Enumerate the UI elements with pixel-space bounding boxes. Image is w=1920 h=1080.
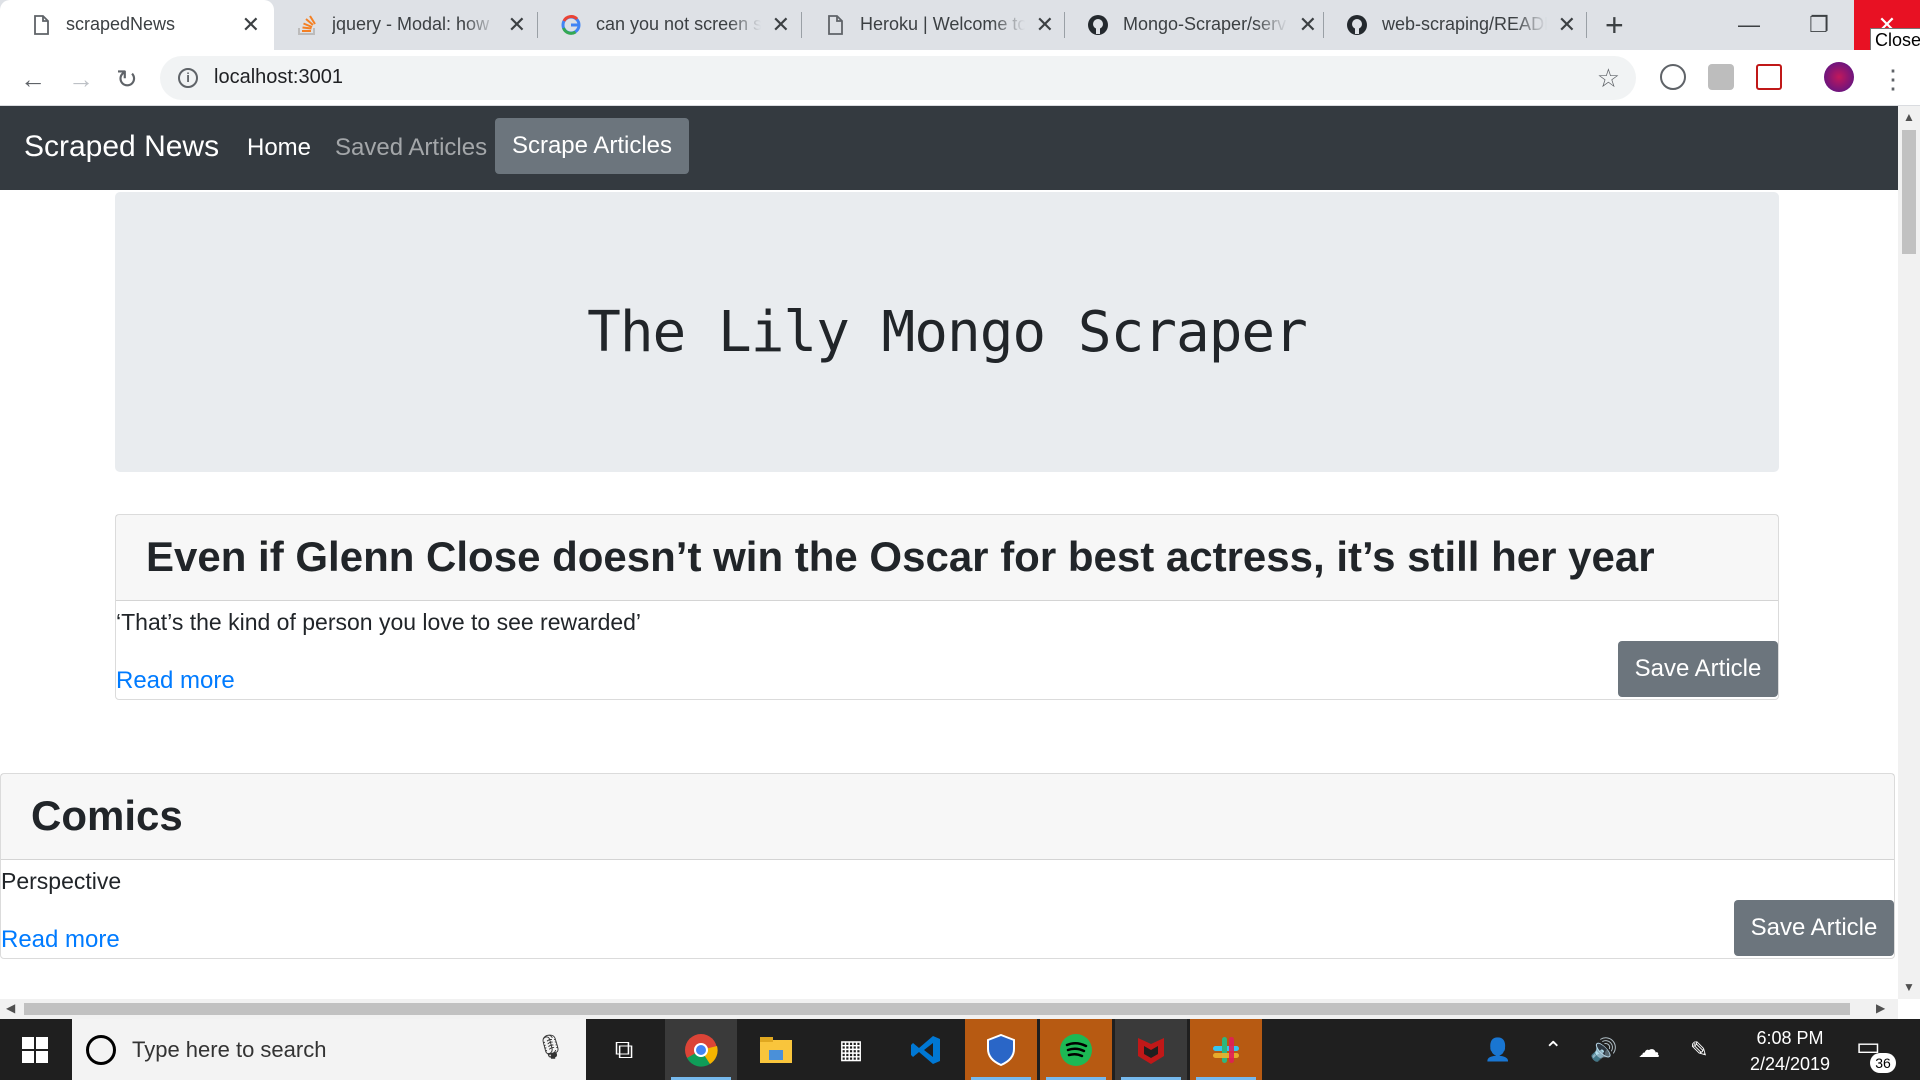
article-card: Even if Glenn Close doesn’t win the Osca…	[115, 514, 1779, 700]
nav-link-saved-articles[interactable]: Saved Articles	[335, 134, 487, 162]
menu-kebab-icon[interactable]: ⋮	[1880, 64, 1906, 95]
tab-jquery-modal[interactable]: jquery - Modal: how ✕	[266, 0, 540, 50]
new-tab-plus-icon[interactable]: +	[1605, 7, 1624, 44]
article-headline: Even if Glenn Close doesn’t win the Osca…	[146, 533, 1655, 580]
tab-github-web-scraping[interactable]: web-scraping/READM ✕	[1316, 0, 1590, 50]
card-header: Even if Glenn Close doesn’t win the Osca…	[116, 515, 1778, 601]
slack-icon[interactable]	[1190, 1019, 1262, 1080]
save-article-button[interactable]: Save Article	[1734, 900, 1894, 956]
task-view-icon[interactable]: ⧉	[588, 1019, 660, 1080]
volume-icon[interactable]: 🔊	[1590, 1037, 1617, 1063]
notification-count-badge: 36	[1870, 1053, 1896, 1073]
mcafee-icon[interactable]	[1115, 1019, 1187, 1080]
notification-center-icon[interactable]: ▭ 36	[1856, 1031, 1896, 1073]
tab-title: Mongo-Scraper/serv	[1123, 14, 1287, 34]
onedrive-cloud-icon[interactable]: ☁	[1638, 1037, 1660, 1063]
extension-icon[interactable]	[1660, 64, 1686, 90]
microphone-icon[interactable]: 🎙	[536, 1033, 566, 1062]
vscode-icon[interactable]	[890, 1019, 962, 1080]
tab-github-mongo-scraper[interactable]: Mongo-Scraper/serv ✕	[1057, 0, 1331, 50]
scroll-right-arrow-icon[interactable]: ▶	[1876, 1001, 1885, 1015]
google-icon	[561, 15, 581, 35]
jumbotron: The Lily Mongo Scraper	[115, 192, 1779, 472]
close-icon[interactable]: ✕	[1558, 12, 1576, 38]
windows-start-icon[interactable]	[22, 1037, 48, 1063]
close-icon[interactable]: ✕	[508, 12, 526, 38]
minimize-icon[interactable]: —	[1714, 0, 1784, 50]
profile-avatar[interactable]	[1824, 62, 1854, 92]
windows-taskbar: Type here to search 🎙 ⧉ ▦ 👤 ⌃ 🔊 ☁ ✎ 6:08…	[0, 1019, 1920, 1080]
article-summary: ‘That’s the kind of person you love to s…	[116, 609, 642, 635]
clock-time: 6:08 PM	[1756, 1028, 1824, 1048]
navbar-brand[interactable]: Scraped News	[24, 130, 219, 164]
address-url[interactable]: localhost:3001	[214, 66, 343, 89]
pen-icon[interactable]: ✎	[1690, 1037, 1708, 1063]
scrape-articles-button[interactable]: Scrape Articles	[495, 118, 689, 174]
back-arrow-icon[interactable]: ←	[20, 64, 46, 95]
page-title: The Lily Mongo Scraper	[587, 299, 1308, 365]
taskbar-clock[interactable]: 6:08 PM 2/24/2019	[1730, 1025, 1850, 1077]
restore-icon[interactable]: ❐	[1784, 0, 1854, 50]
scroll-up-arrow-icon[interactable]: ▲	[1903, 110, 1915, 124]
tab-title: jquery - Modal: how	[332, 14, 490, 34]
article-card: Comics Perspective Read more Save Articl…	[0, 773, 1895, 959]
tab-title: Heroku | Welcome to	[860, 14, 1025, 34]
nav-link-home[interactable]: Home	[247, 134, 311, 162]
close-tooltip: Close	[1870, 28, 1920, 52]
scrollbar-thumb[interactable]	[24, 1003, 1850, 1015]
scroll-left-arrow-icon[interactable]: ◀	[6, 1001, 15, 1015]
taskbar-search[interactable]: Type here to search 🎙	[72, 1019, 586, 1080]
horizontal-scrollbar[interactable]: ◀ ▶	[0, 999, 1898, 1019]
article-headline: Comics	[31, 792, 183, 839]
read-more-link[interactable]: Read more	[116, 667, 235, 695]
people-icon[interactable]: 👤	[1484, 1037, 1511, 1063]
chrome-icon[interactable]	[665, 1019, 737, 1080]
navbar: Scraped News Home Saved Articles Scrape …	[0, 106, 1898, 190]
document-icon	[34, 15, 49, 35]
stackoverflow-icon	[298, 15, 316, 35]
save-article-button[interactable]: Save Article	[1618, 641, 1778, 697]
info-icon[interactable]: i	[178, 68, 198, 88]
mcafee-shield-icon[interactable]	[965, 1019, 1037, 1080]
tab-title: scrapedNews	[66, 14, 176, 34]
page-viewport: Scraped News Home Saved Articles Scrape …	[0, 106, 1898, 999]
close-icon[interactable]: ✕	[1036, 12, 1054, 38]
chevron-up-icon[interactable]: ⌃	[1544, 1037, 1562, 1063]
read-more-link[interactable]: Read more	[1, 926, 120, 954]
file-explorer-icon[interactable]	[740, 1019, 812, 1080]
card-header: Comics	[1, 774, 1894, 860]
extension-icon[interactable]	[1708, 64, 1734, 90]
address-bar[interactable]: i localhost:3001 ☆	[160, 56, 1636, 100]
close-icon[interactable]: ✕	[242, 12, 260, 38]
cortana-icon[interactable]	[86, 1035, 116, 1065]
tab-title: can you not screen sh	[596, 14, 761, 34]
calculator-icon[interactable]: ▦	[815, 1019, 887, 1080]
bookmark-star-icon[interactable]: ☆	[1597, 63, 1620, 94]
reload-icon[interactable]: ↻	[116, 64, 138, 95]
tab-divider	[1586, 12, 1587, 38]
close-icon[interactable]: ✕	[1299, 12, 1317, 38]
tab-strip: scrapedNews ✕ jquery - Modal: how ✕ can …	[0, 0, 1920, 52]
search-placeholder: Type here to search	[132, 1037, 327, 1062]
clock-date: 2/24/2019	[1749, 1054, 1831, 1074]
spotify-icon[interactable]	[1040, 1019, 1112, 1080]
scrollbar-thumb[interactable]	[1902, 130, 1916, 254]
scroll-down-arrow-icon[interactable]: ▼	[1903, 980, 1915, 994]
github-icon	[1347, 15, 1367, 35]
tab-heroku[interactable]: Heroku | Welcome to ✕	[794, 0, 1068, 50]
tab-google-search[interactable]: can you not screen sh ✕	[530, 0, 804, 50]
tab-scrapednews[interactable]: scrapedNews ✕	[0, 0, 274, 50]
document-icon	[828, 15, 843, 35]
close-icon[interactable]: ✕	[772, 12, 790, 38]
browser-toolbar: ← → ↻ i localhost:3001 ☆ ⋮	[0, 50, 1920, 106]
forward-arrow-icon[interactable]: →	[68, 64, 94, 95]
tab-title: web-scraping/READM	[1382, 14, 1547, 34]
github-icon	[1088, 15, 1108, 35]
vertical-scrollbar[interactable]: ▲ ▼	[1898, 106, 1920, 999]
article-summary: Perspective	[1, 868, 122, 894]
mcafee-extension-icon[interactable]	[1756, 64, 1782, 90]
